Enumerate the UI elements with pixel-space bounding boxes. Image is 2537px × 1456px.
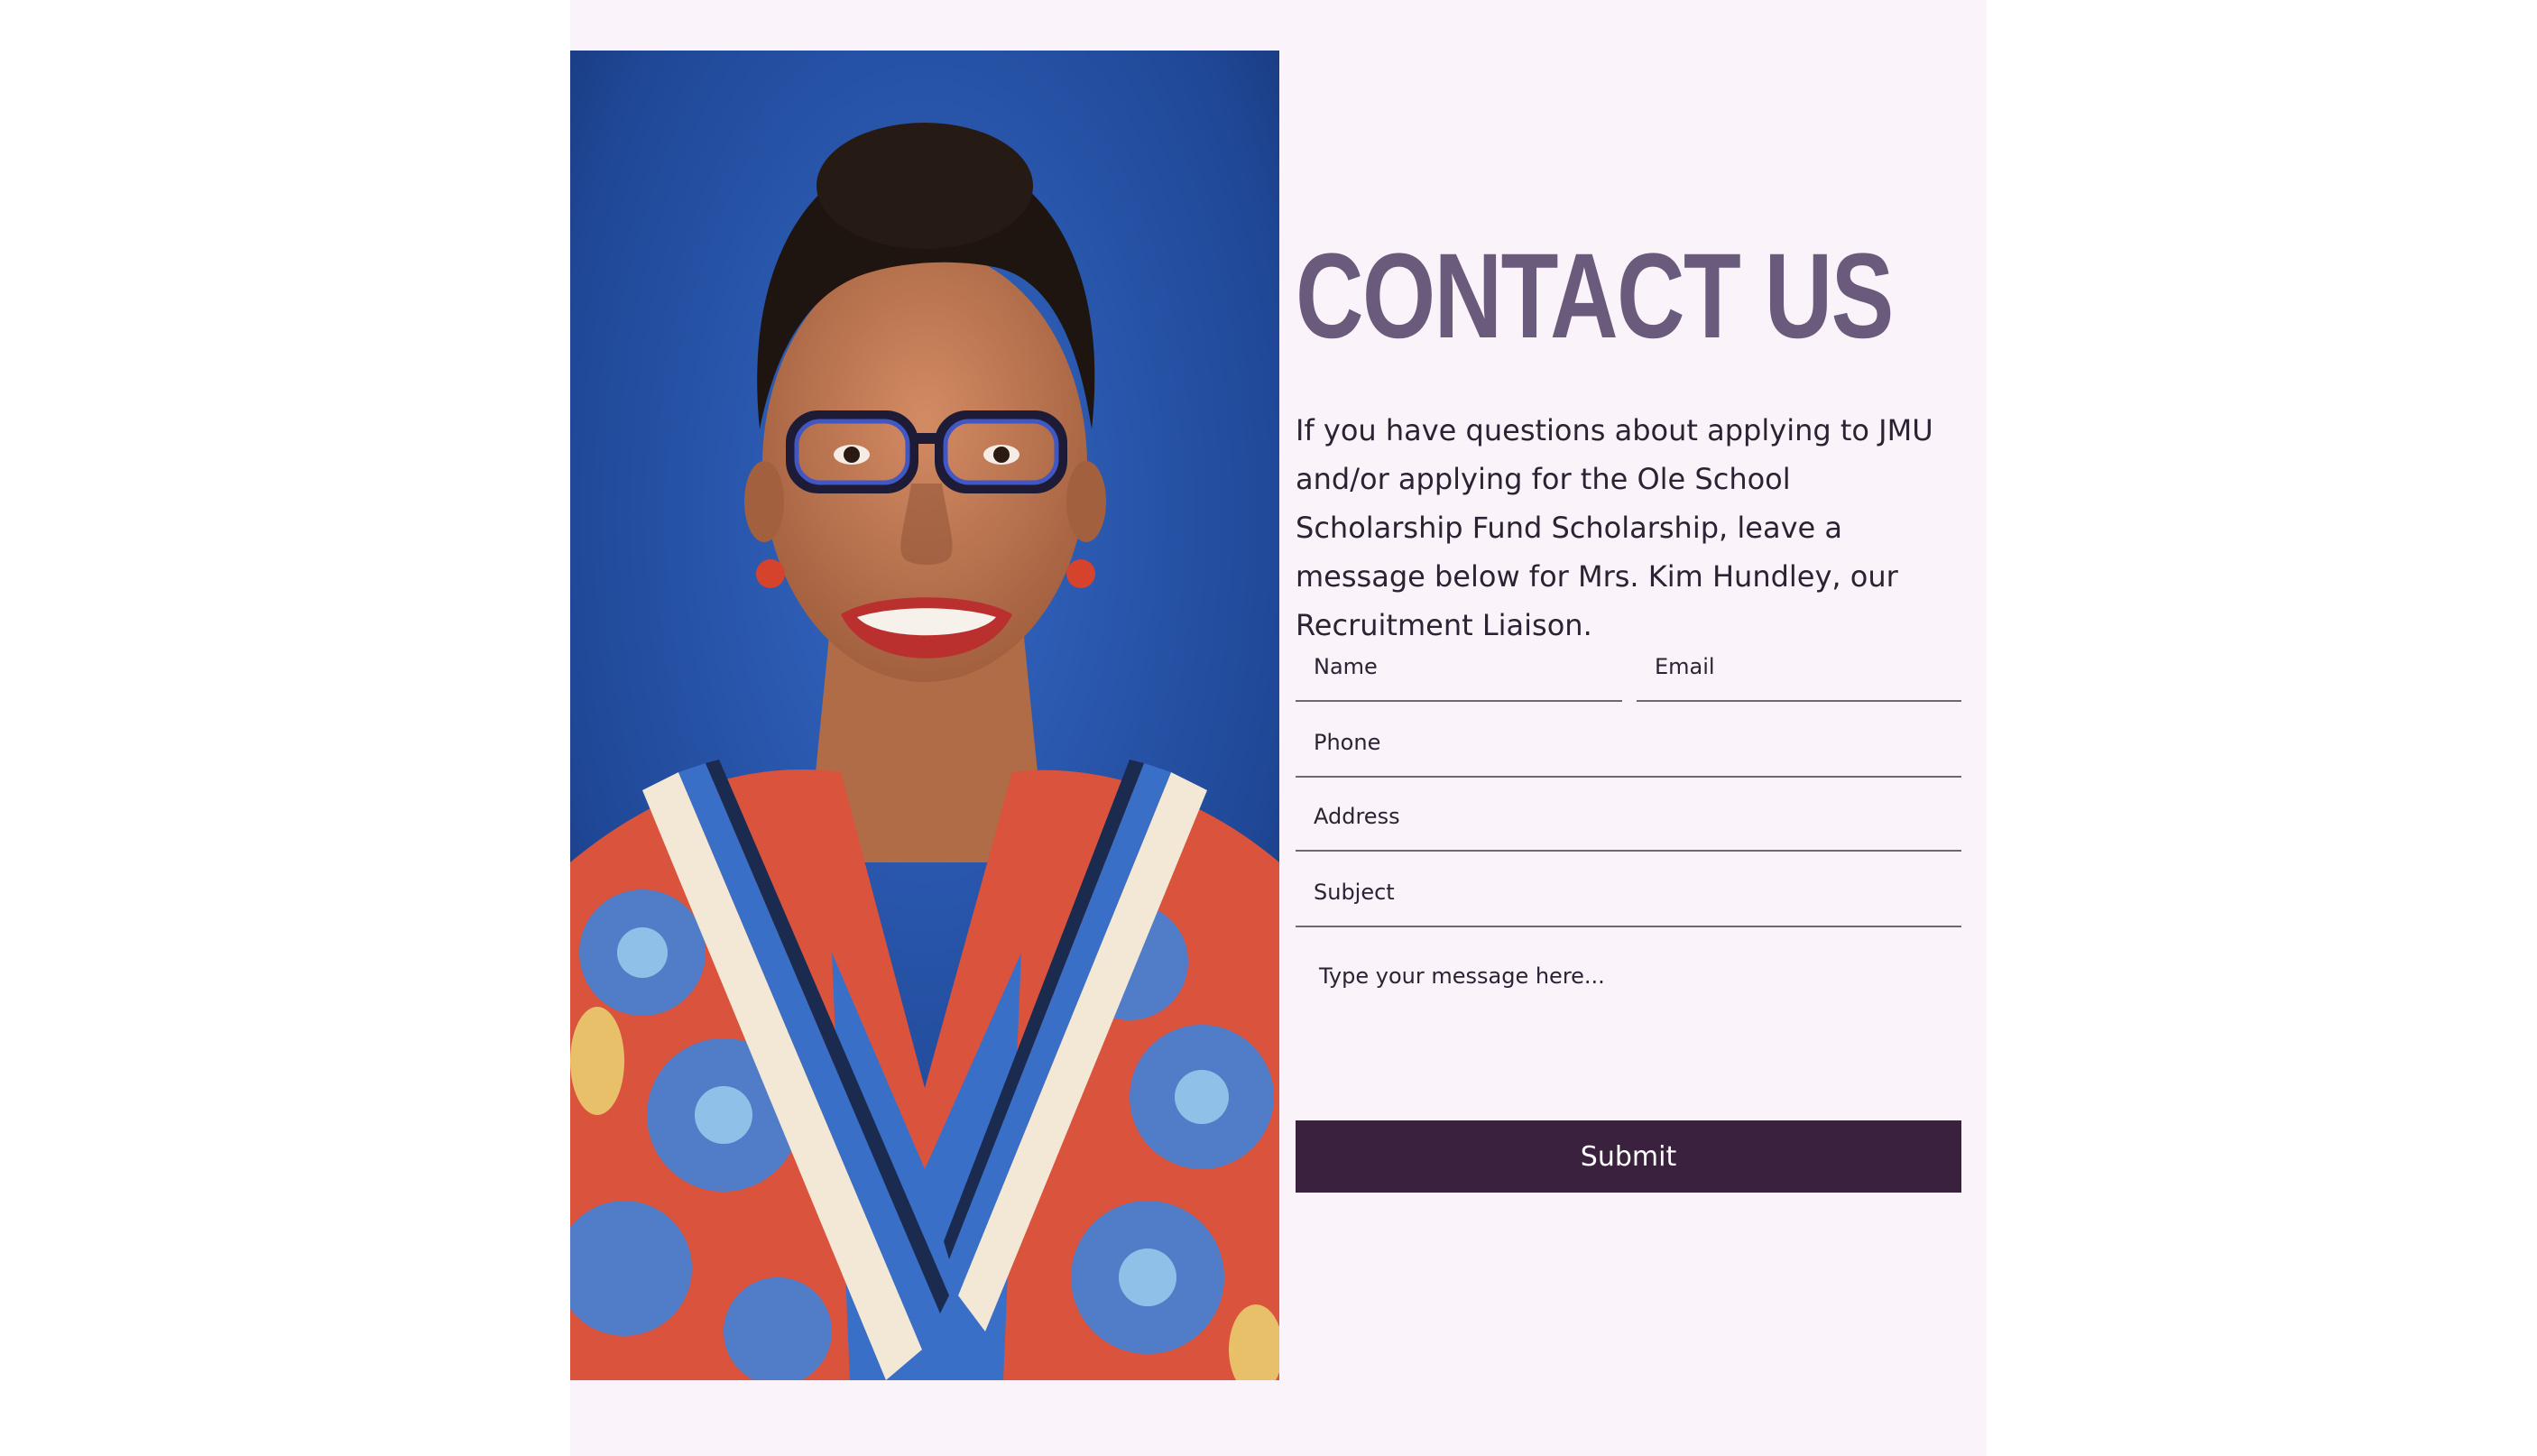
name-field-wrapper [1296, 633, 1622, 702]
phone-field-wrapper [1296, 709, 1961, 778]
portrait-illustration [570, 51, 1279, 1380]
page-title: CONTACT US [1296, 229, 1894, 364]
address-field-wrapper [1296, 783, 1961, 852]
page: CONTACT US If you have questions about a… [0, 0, 2537, 1456]
subject-field-wrapper [1296, 859, 1961, 927]
intro-text: If you have questions about applying to … [1296, 413, 1933, 642]
address-field[interactable] [1296, 783, 1961, 850]
subject-field[interactable] [1296, 859, 1961, 926]
email-field-wrapper [1637, 633, 1961, 702]
name-field[interactable] [1296, 633, 1622, 700]
submit-button[interactable]: Submit [1296, 1120, 1961, 1193]
phone-field[interactable] [1296, 709, 1961, 776]
email-field[interactable] [1637, 633, 1961, 700]
liaison-photo [570, 51, 1279, 1380]
message-field[interactable] [1296, 947, 1961, 1092]
